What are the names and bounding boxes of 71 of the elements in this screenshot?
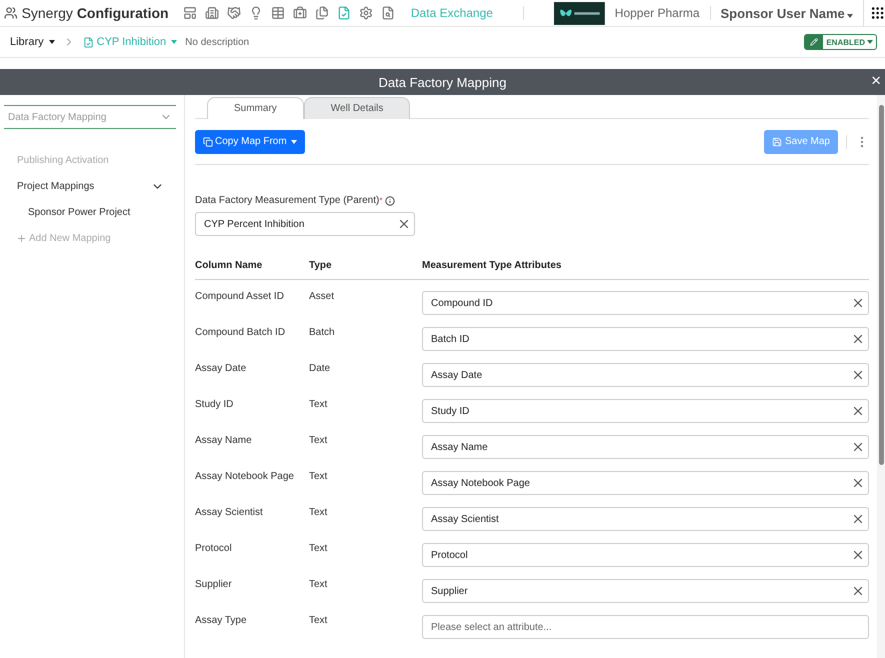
copy-map-button[interactable]: Copy Map From [195,130,305,154]
attribute-field[interactable]: Supplier [422,579,869,603]
table-cell-text: Text [309,506,328,520]
close-button[interactable]: × [869,71,883,91]
company-logo-icon [554,0,605,26]
attribute-field[interactable]: Assay Date [422,363,869,387]
table-cell-text: Assay Name [195,434,253,448]
plus-icon [16,232,27,244]
sidebar-item[interactable]: Project Mappings [4,173,176,199]
clear-icon[interactable] [851,440,865,454]
caret-icon [846,14,853,18]
description-text: No description [185,36,250,48]
column-header: Type [309,250,422,280]
clear-icon[interactable] [851,584,865,598]
table-cell-text: Assay Date [195,362,248,376]
attribute-field[interactable]: Assay Scientist [422,507,869,531]
attribute-field[interactable]: Please select an attribute... [422,615,869,639]
attribute-field[interactable]: Study ID [422,399,869,423]
table-cell-text: Text [309,542,328,556]
sidebar-subitem[interactable]: Sponsor Power Project [4,199,176,225]
table-cell-text: Batch [309,326,336,340]
table-cell-text: Compound Batch ID [195,326,286,340]
clear-icon[interactable] [851,368,865,382]
clear-icon[interactable] [851,476,865,490]
column-header: Column Name [195,250,309,280]
status-dropdown[interactable]: ENABLED [804,34,877,50]
organization-name: Hopper Pharma [604,6,711,20]
attribute-field[interactable]: Compound ID [422,291,869,315]
caret-icon [48,40,55,44]
app-title: Synergy Configuration [22,5,169,21]
table-cell-text: Study ID [195,398,234,412]
attribute-field[interactable]: Assay Notebook Page [422,471,869,495]
caret-icon [290,140,297,144]
parent-type-field[interactable]: CYP Percent Inhibition [195,212,415,236]
app-logo-icon [4,5,18,21]
pencil-icon [810,38,818,46]
user-menu[interactable]: Sponsor User Name [710,0,864,26]
column-header: Measurement Type Attributes [422,250,869,280]
copy-icon [203,136,213,146]
table-cell-text: Assay Notebook Page [195,470,295,484]
clear-icon[interactable] [851,296,865,310]
field-label: Data Factory Measurement Type (Parent)* [195,195,869,206]
table-cell-text: Text [309,434,328,448]
save-icon [772,136,782,146]
clear-icon[interactable] [851,404,865,418]
caret-icon [171,40,178,44]
table-cell-text: Assay Type [195,614,248,628]
table-cell-text: Protocol [195,542,233,556]
clear-icon[interactable] [851,332,865,346]
attribute-field[interactable]: Batch ID [422,327,869,351]
tab[interactable]: Well Details [304,97,410,119]
clear-icon[interactable] [851,512,865,526]
table-cell-text: Text [309,578,328,592]
table-cell-text: Text [309,470,328,484]
table-cell-text: Supplier [195,578,233,592]
table-cell-text: Text [309,398,328,412]
modal-title: Data Factory Mapping [378,74,506,90]
table-cell-text: Asset [309,290,336,304]
table-cell-text: Compound Asset ID [195,290,285,304]
table-cell-text: Text [309,614,328,628]
tab[interactable]: Summary [207,97,304,119]
clear-icon[interactable] [397,217,411,231]
clear-icon[interactable] [851,548,865,562]
caret-icon [867,40,873,44]
library-dropdown[interactable]: Library [10,36,55,48]
info-icon [385,196,396,206]
table-cell-text: Assay Scientist [195,506,264,520]
table-cell-text: Date [309,362,332,376]
document-icon [82,36,94,48]
attribute-field[interactable]: Protocol [422,543,869,567]
attribute-field[interactable]: Assay Name [422,435,869,459]
